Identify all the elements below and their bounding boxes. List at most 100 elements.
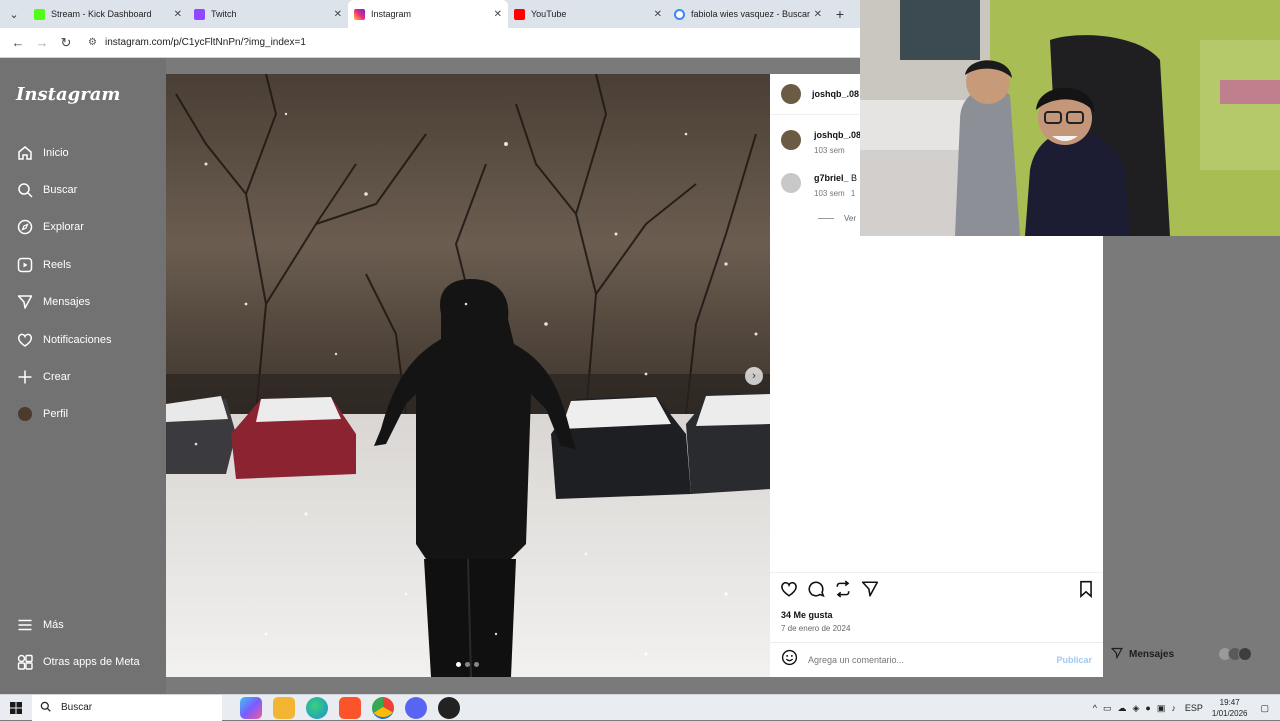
save-bookmark-icon[interactable] [1077, 580, 1095, 603]
taskbar-search-box[interactable]: Buscar [32, 694, 222, 721]
nav-item-mensajes[interactable]: Mensajes [16, 284, 111, 321]
post-header[interactable]: joshqb_.08 [781, 84, 859, 104]
network-icon[interactable]: ▣ [1157, 703, 1166, 714]
nav-item-buscar[interactable]: Buscar [16, 171, 111, 208]
comment-item: g7briel_ B 103 sem 1 [781, 173, 857, 198]
twitch-favicon-icon [194, 8, 205, 20]
language-indicator[interactable]: ESP [1185, 703, 1203, 713]
commenter-avatar[interactable] [781, 130, 801, 150]
instagram-favicon-icon [354, 8, 365, 20]
file-explorer-icon[interactable] [272, 696, 295, 719]
comment-time: 103 sem [814, 189, 845, 198]
tab-youtube[interactable]: YouTube ✕ [508, 0, 668, 28]
instagram-bottom-nav: Más Otras apps de Meta [16, 606, 140, 681]
windows-taskbar: Buscar ^ ▭ ☁ ◈ ● ▣ ♪ ESP 19:47 1/01/2026… [0, 694, 1280, 721]
tab-title: Stream - Kick Dashboard [51, 9, 152, 19]
discord-icon[interactable] [404, 696, 427, 719]
commenter-avatar[interactable] [781, 173, 801, 193]
battery-icon[interactable]: ▭ [1103, 703, 1112, 714]
nav-label: Notificaciones [43, 333, 112, 346]
messenger-icon [16, 293, 34, 311]
author-avatar[interactable] [781, 84, 801, 104]
clock-date: 1/01/2026 [1211, 709, 1248, 718]
repost-icon[interactable] [834, 580, 852, 603]
nav-item-reels[interactable]: Reels [16, 246, 111, 283]
share-send-icon[interactable] [861, 580, 879, 603]
nav-item-crear[interactable]: Crear [16, 358, 111, 395]
menu-icon [16, 616, 34, 634]
recording-app-icon[interactable] [437, 696, 460, 719]
tab-close-icon[interactable]: ✕ [334, 9, 342, 20]
comment-input[interactable]: Agrega un comentario... [808, 655, 1056, 665]
post-photo[interactable] [166, 74, 770, 677]
chevron-up-icon[interactable]: ^ [1093, 703, 1097, 713]
nav-label: Más [43, 618, 64, 631]
windows-start-icon[interactable] [0, 701, 32, 714]
brave-icon[interactable] [338, 696, 361, 719]
tab-search-menu-icon[interactable]: ⌄ [0, 0, 28, 28]
edge-icon[interactable] [305, 696, 328, 719]
nav-label: Otras apps de Meta [43, 656, 140, 669]
tab-instagram[interactable]: Instagram ✕ [348, 0, 508, 28]
forward-arrow-icon[interactable]: → [30, 35, 54, 50]
comment-item: joshqb_.08 103 sem [781, 130, 861, 155]
instagram-logo[interactable]: Instagram [16, 84, 120, 105]
post-actions [780, 580, 1095, 600]
snow-scene-photo [166, 74, 770, 677]
system-tray: ^ ▭ ☁ ◈ ● ▣ ♪ ESP 19:47 1/01/2026 ▢ [1090, 695, 1272, 721]
address-bar: ← → ↻ ⚙ instagram.com/p/C1ycFltNnPn/?img… [0, 28, 860, 58]
copilot-icon[interactable] [239, 696, 262, 719]
tab-title: YouTube [531, 9, 567, 19]
instagram-nav: Inicio Buscar Explorar Reels Mensajes No… [16, 134, 111, 433]
comment-time: 103 sem [814, 146, 845, 155]
comment-bubble-icon[interactable] [807, 580, 825, 603]
nav-item-otras-apps[interactable]: Otras apps de Meta [16, 643, 140, 680]
tab-google-search[interactable]: fabiola wies vasquez - Buscar c ✕ [668, 0, 828, 28]
notifications-icon[interactable]: ▢ [1260, 703, 1269, 714]
nav-item-explorar[interactable]: Explorar [16, 209, 111, 246]
reload-icon[interactable]: ↻ [54, 35, 78, 51]
carousel-dot [456, 662, 461, 667]
like-count[interactable]: 34 Me gusta [781, 610, 833, 620]
google-favicon-icon [674, 8, 685, 20]
view-replies-label: Ver [844, 214, 857, 223]
volume-icon[interactable]: ♪ [1171, 703, 1176, 713]
view-replies[interactable]: Ver [818, 214, 856, 223]
security-icon[interactable]: ◈ [1133, 703, 1140, 714]
nav-item-inicio[interactable]: Inicio [16, 134, 111, 171]
nav-label: Mensajes [43, 296, 91, 309]
comment-username[interactable]: joshqb_.08 [814, 130, 861, 140]
clock[interactable]: 19:47 1/01/2026 [1212, 697, 1248, 719]
tab-kick-dashboard[interactable]: Stream - Kick Dashboard ✕ [28, 0, 188, 28]
tab-twitch[interactable]: Twitch ✕ [188, 0, 348, 28]
post-date: 7 de enero de 2024 [781, 624, 851, 633]
tab-close-icon[interactable]: ✕ [814, 9, 822, 20]
taskbar-search-label: Buscar [61, 702, 93, 713]
like-heart-icon[interactable] [780, 580, 798, 603]
site-info-icon[interactable]: ⚙ [88, 37, 97, 48]
comment-username[interactable]: g7briel_ [814, 173, 849, 183]
reels-icon [16, 256, 34, 274]
nav-item-mas[interactable]: Más [16, 606, 140, 643]
taskbar-apps [234, 696, 465, 719]
tab-close-icon[interactable]: ✕ [494, 9, 502, 20]
emoji-icon[interactable] [781, 649, 798, 671]
chrome-icon[interactable] [371, 696, 394, 719]
tab-close-icon[interactable]: ✕ [654, 9, 662, 20]
onedrive-icon[interactable]: ☁ [1118, 703, 1127, 714]
publish-button[interactable]: Publicar [1056, 655, 1092, 665]
microphone-icon[interactable]: ● [1145, 703, 1150, 713]
profile-avatar [16, 405, 34, 423]
search-icon [40, 701, 51, 715]
tab-close-icon[interactable]: ✕ [174, 9, 182, 20]
url-field[interactable]: ⚙ instagram.com/p/C1ycFltNnPn/?img_index… [88, 37, 306, 48]
heart-icon [16, 331, 34, 349]
nav-item-perfil[interactable]: Perfil [16, 396, 111, 433]
new-tab-icon[interactable]: + [828, 6, 852, 22]
post-author[interactable]: joshqb_.08 [812, 89, 859, 99]
messages-pill[interactable]: Mensajes [1103, 642, 1253, 666]
nav-item-notificaciones[interactable]: Notificaciones [16, 321, 111, 358]
clock-time: 19:47 [1219, 698, 1240, 707]
carousel-next-icon[interactable]: › [745, 367, 763, 385]
back-arrow-icon[interactable]: ← [6, 35, 30, 50]
